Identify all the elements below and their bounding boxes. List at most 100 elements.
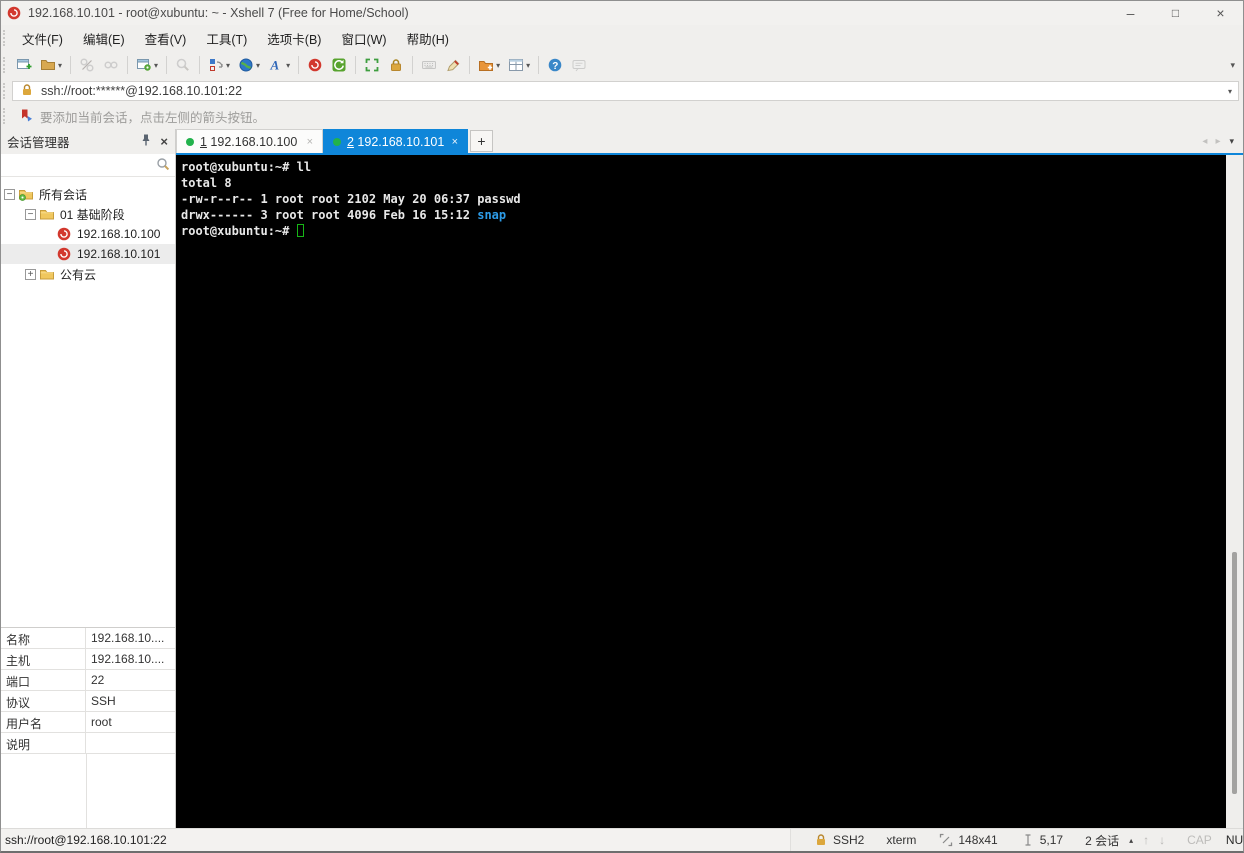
menu-item-6[interactable]: 帮助(H) xyxy=(397,25,459,52)
new-session-button[interactable] xyxy=(12,54,36,76)
terminal-screen[interactable]: root@xubuntu:~# ll total 8 -rw-r--r-- 1 ro… xyxy=(176,155,1226,828)
session-count-caret-icon[interactable]: ▴ xyxy=(1129,836,1133,845)
session-properties-table: 名称 192.168.10.... 主机 192.168.10.... 端口 22 协议 SS… xyxy=(1,627,175,754)
menu-item-1[interactable]: 编辑(E) xyxy=(73,25,135,52)
menu-item-5[interactable]: 窗口(W) xyxy=(331,25,396,52)
toolbar-overflow-caret-icon[interactable]: ▾ xyxy=(1230,60,1243,71)
resize-icon xyxy=(938,832,954,848)
toolbar-separator xyxy=(355,56,357,74)
status-screen-size: 148x41 xyxy=(938,832,998,848)
all-sessions-folder-icon xyxy=(18,186,34,202)
property-value: root xyxy=(91,715,112,729)
fullscreen-button[interactable] xyxy=(360,54,384,76)
tab-scroll-left-icon[interactable]: ◂ xyxy=(1198,136,1211,147)
encoding-button[interactable]: ▾ xyxy=(234,54,264,76)
num-lock-indicator: NUM xyxy=(1225,833,1244,847)
menu-item-4[interactable]: 选项卡(B) xyxy=(257,25,331,52)
dropdown-caret-icon[interactable]: ▾ xyxy=(526,61,530,70)
disconnect-icon xyxy=(79,57,95,73)
session-tab-192.168.10.101[interactable]: 2 192.168.10.101 × xyxy=(323,129,468,153)
session-icon xyxy=(56,226,72,242)
dropdown-caret-icon[interactable]: ▾ xyxy=(226,61,230,70)
tree-item-label: 192.168.10.100 xyxy=(77,227,161,241)
tab-menu-caret-icon[interactable]: ▾ xyxy=(1224,136,1243,147)
menu-item-2[interactable]: 查看(V) xyxy=(135,25,197,52)
menu-bar: 文件(F) 编辑(E) 查看(V) 工具(T) 选项卡(B) 窗口(W) 帮助(H) xyxy=(1,25,1243,51)
tab-label: 2 192.168.10.101 xyxy=(347,134,445,149)
tab-scroll-right-icon[interactable]: ▸ xyxy=(1211,136,1224,147)
status-protocol: SSH2 xyxy=(813,832,864,848)
session-manager-panel: 会话管理器 × − 所有会话 −01 基础阶段 192.168.10.100 192.1… xyxy=(1,129,176,828)
property-value: 22 xyxy=(91,673,105,687)
property-label: 协议 xyxy=(1,691,86,711)
property-label: 名称 xyxy=(1,628,86,648)
tree-item--[interactable]: + 公有云 xyxy=(1,264,175,284)
toolbar-separator xyxy=(70,56,72,74)
file-transfer-button[interactable]: ▾ xyxy=(474,54,504,76)
open-session-button[interactable]: ▾ xyxy=(36,54,66,76)
collapse-icon[interactable]: − xyxy=(4,188,15,200)
dropdown-caret-icon[interactable]: ▾ xyxy=(496,61,500,70)
close-button[interactable]: × xyxy=(1198,1,1243,25)
virtual-keyboard-button xyxy=(417,54,441,76)
tab-close-icon[interactable]: × xyxy=(452,136,458,148)
tree-item-192.168.10.101[interactable]: 192.168.10.101 xyxy=(1,244,175,264)
session-manager-header: 会话管理器 × xyxy=(1,129,175,154)
status-session-count-label: 2 会话 xyxy=(1085,833,1120,848)
svg-text:?: ? xyxy=(552,61,558,72)
cursor-position-icon xyxy=(1020,832,1036,848)
pin-icon[interactable] xyxy=(138,132,154,151)
font-button[interactable]: A ▾ xyxy=(264,54,294,76)
title-bar: 192.168.10.101 - root@xubuntu: ~ - Xshel… xyxy=(1,1,1243,25)
main-area: 会话管理器 × − 所有会话 −01 基础阶段 192.168.10.100 192.1… xyxy=(1,129,1243,828)
help-button[interactable]: ? xyxy=(543,54,567,76)
scroll-up-icon[interactable]: ↑ xyxy=(1143,833,1149,847)
xshell-window: 192.168.10.101 - root@xubuntu: ~ - Xshel… xyxy=(0,0,1244,853)
new-tab-button[interactable]: + xyxy=(470,130,493,152)
tree-item--[interactable]: − 所有会话 xyxy=(1,184,175,204)
status-protocol-label: SSH2 xyxy=(833,833,865,847)
terminal-scrollbar[interactable] xyxy=(1226,155,1243,828)
dropdown-caret-icon[interactable]: ▾ xyxy=(154,61,158,70)
session-tab-192.168.10.100[interactable]: 1 192.168.10.100 × xyxy=(176,129,323,153)
property-label: 端口 xyxy=(1,670,86,690)
toolbar-separator xyxy=(412,56,414,74)
tree-item-192.168.10.100[interactable]: 192.168.10.100 xyxy=(1,224,175,244)
compose-bar-button[interactable]: ▾ xyxy=(204,54,234,76)
address-bar[interactable]: ssh://root:******@192.168.10.101:22 ▾ xyxy=(12,81,1239,101)
menu-item-0[interactable]: 文件(F) xyxy=(12,25,73,52)
dropdown-caret-icon[interactable]: ▾ xyxy=(286,61,290,70)
dropdown-caret-icon[interactable]: ▾ xyxy=(58,61,62,70)
toolbar-grip xyxy=(3,30,7,46)
minimize-button[interactable]: – xyxy=(1108,1,1153,25)
xshell-button[interactable] xyxy=(303,54,327,76)
maximize-button[interactable]: □ xyxy=(1153,1,1198,25)
xftp-button[interactable] xyxy=(327,54,351,76)
lock-screen-button[interactable] xyxy=(384,54,408,76)
scrollbar-thumb[interactable] xyxy=(1232,552,1237,795)
folder-icon xyxy=(39,206,55,222)
dropdown-caret-icon[interactable]: ▾ xyxy=(256,61,260,70)
property-row: 协议 SSH xyxy=(1,691,175,712)
property-row: 名称 192.168.10.... xyxy=(1,628,175,649)
terminal-line: drwx------ 3 root root 4096 Feb 16 15:12… xyxy=(181,208,507,222)
panel-close-icon[interactable]: × xyxy=(158,134,170,149)
tab-close-icon[interactable]: × xyxy=(307,136,313,148)
session-search-input[interactable] xyxy=(5,156,155,174)
folder-icon xyxy=(39,266,55,282)
property-value: 192.168.10.... xyxy=(91,652,165,666)
status-session-count[interactable]: 2 会话 ▴ xyxy=(1085,832,1133,849)
status-terminal-type: xterm xyxy=(886,833,916,847)
menu-item-3[interactable]: 工具(T) xyxy=(196,25,257,52)
session-properties-button[interactable]: ▾ xyxy=(132,54,162,76)
address-caret-icon[interactable]: ▾ xyxy=(1228,87,1232,96)
property-row: 用户名 root xyxy=(1,712,175,733)
tile-windows-button[interactable]: ▾ xyxy=(504,54,534,76)
highlight-button[interactable] xyxy=(441,54,465,76)
tree-item-01-[interactable]: − 01 基础阶段 xyxy=(1,204,175,224)
toolbar-separator xyxy=(469,56,471,74)
toolbar-separator xyxy=(538,56,540,74)
scroll-down-icon[interactable]: ↓ xyxy=(1159,833,1165,847)
expand-icon[interactable]: + xyxy=(25,268,36,280)
collapse-icon[interactable]: − xyxy=(25,208,36,220)
